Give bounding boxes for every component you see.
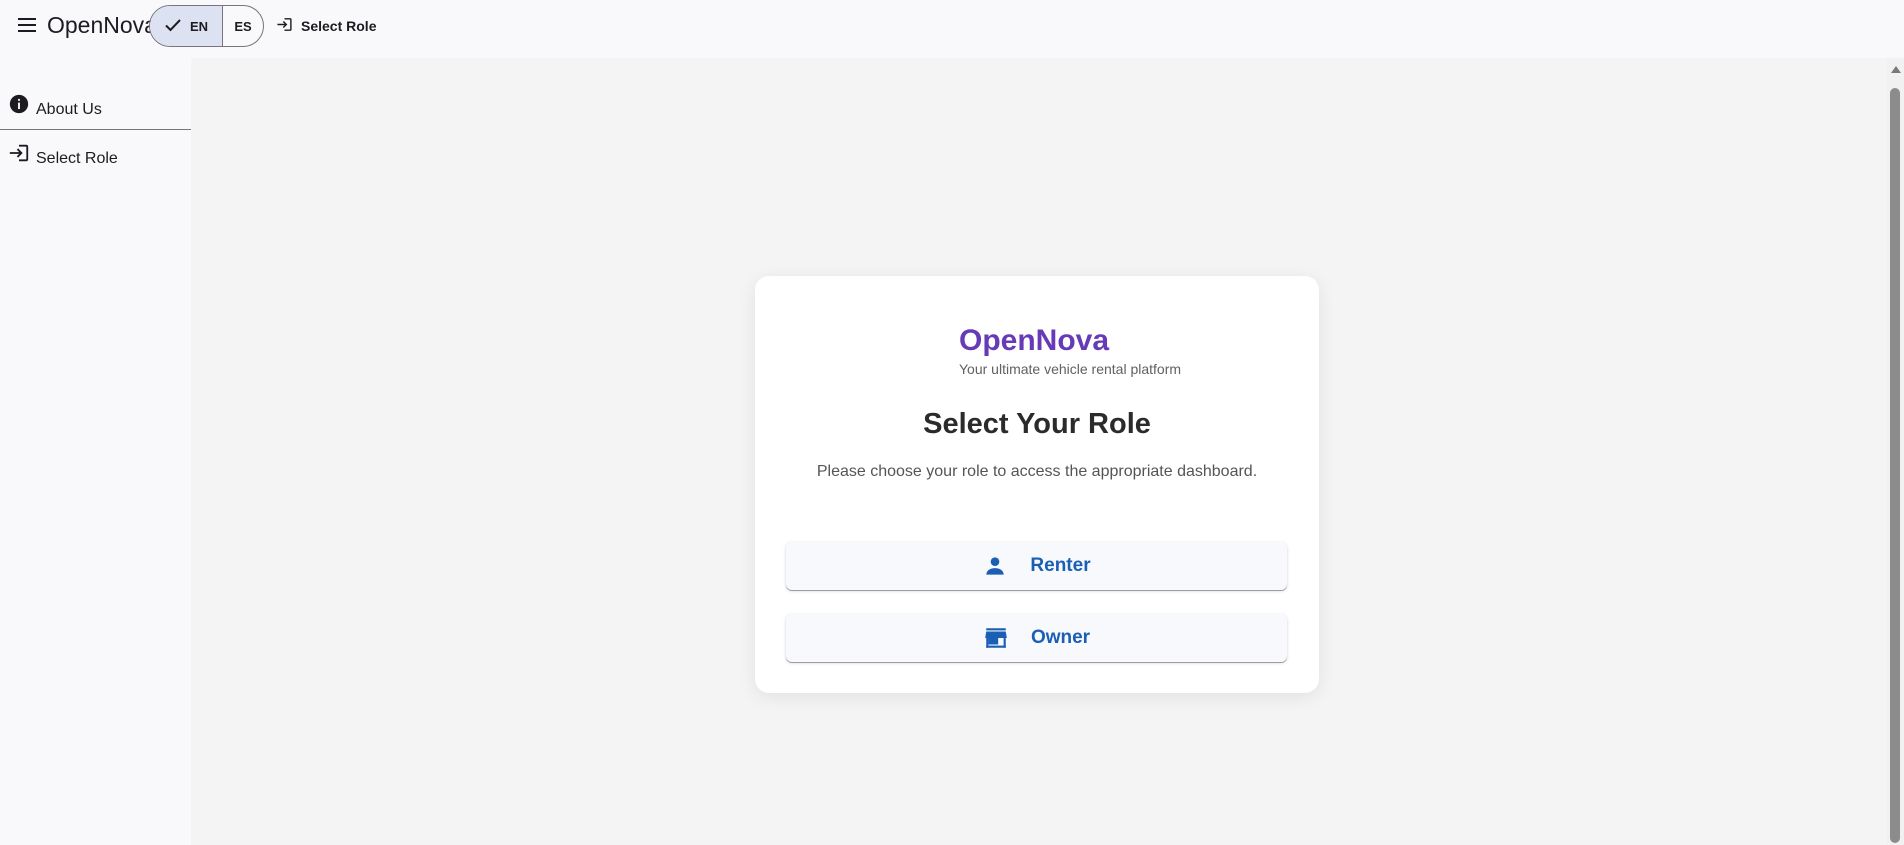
sidebar-item-about-us[interactable]: About Us xyxy=(8,93,102,120)
language-label-es: ES xyxy=(234,18,252,34)
scrollbar-thumb[interactable] xyxy=(1890,88,1900,843)
top-app-bar: OpenNova EN ES Select Role xyxy=(0,0,1887,58)
language-label-en: EN xyxy=(189,18,209,34)
renter-button-label: Renter xyxy=(1030,555,1091,576)
select-role-nav-label: Select Role xyxy=(301,18,377,34)
login-icon xyxy=(8,142,30,169)
info-icon xyxy=(8,93,30,120)
sidebar-item-label: About Us xyxy=(36,100,102,118)
scrollbar[interactable] xyxy=(1887,58,1904,845)
person-icon xyxy=(982,553,1008,579)
brand-tagline: Your ultimate vehicle rental platform xyxy=(959,361,1182,377)
language-toggle: EN ES xyxy=(149,5,264,47)
role-description: Please choose your role to access the ap… xyxy=(816,463,1258,480)
check-icon xyxy=(164,18,182,35)
scroll-up-arrow-icon[interactable] xyxy=(1891,66,1901,73)
main-content: OpenNova Your ultimate vehicle rental pl… xyxy=(191,58,1887,845)
menu-button[interactable] xyxy=(14,14,40,40)
store-icon xyxy=(983,625,1009,651)
sidebar: About Us Select Role xyxy=(0,58,191,845)
owner-button-label: Owner xyxy=(1030,627,1091,648)
page-title: Select Your Role xyxy=(923,408,1151,440)
sidebar-item-select-role[interactable]: Select Role xyxy=(8,142,118,169)
menu-icon xyxy=(16,17,38,38)
owner-button[interactable]: Owner xyxy=(786,614,1287,662)
select-role-nav-link[interactable]: Select Role xyxy=(276,16,376,36)
role-selection-card: OpenNova Your ultimate vehicle rental pl… xyxy=(755,276,1319,693)
app-title: OpenNova xyxy=(47,12,157,38)
language-option-es[interactable]: ES xyxy=(223,6,263,46)
brand-name: OpenNova xyxy=(959,324,1110,357)
sidebar-item-label: Select Role xyxy=(36,149,118,167)
language-option-en[interactable]: EN xyxy=(150,6,223,46)
renter-button[interactable]: Renter xyxy=(786,542,1287,590)
login-icon xyxy=(276,16,293,36)
sidebar-divider xyxy=(0,129,191,130)
